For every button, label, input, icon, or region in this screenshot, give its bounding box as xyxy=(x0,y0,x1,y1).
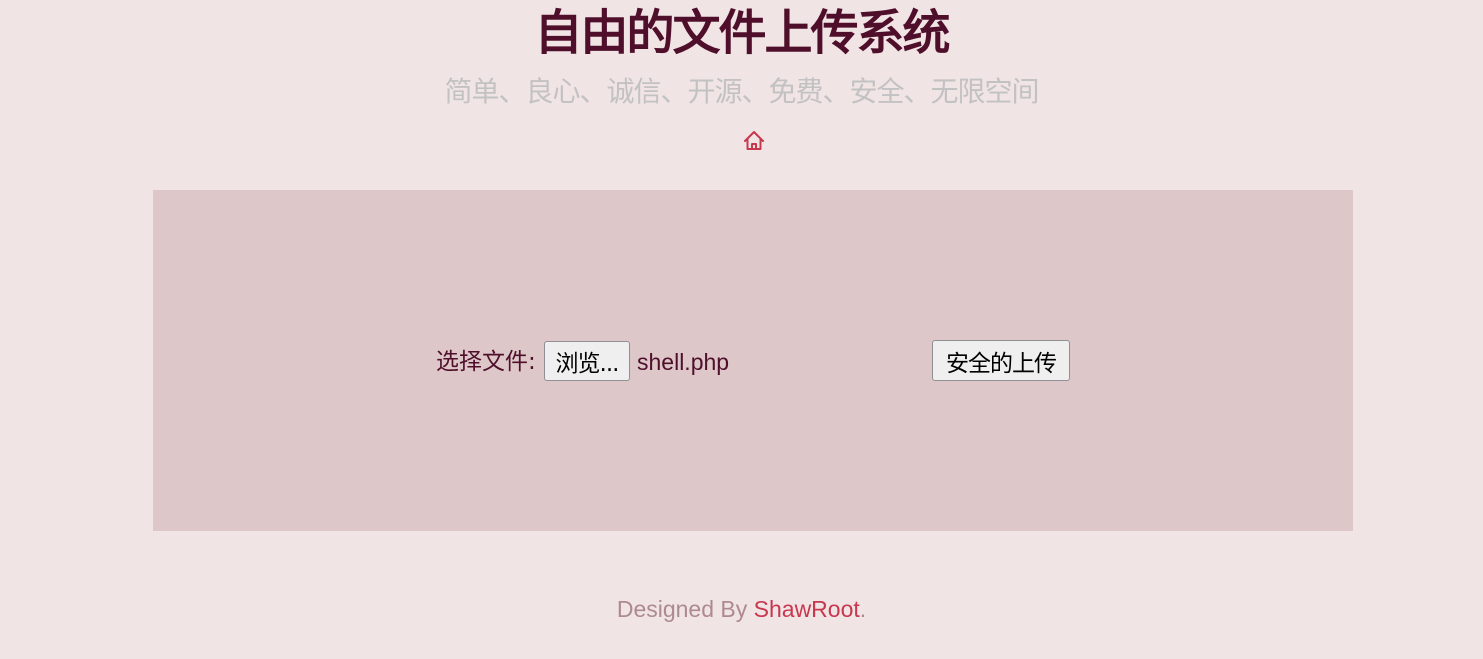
footer: Designed By ShawRoot. xyxy=(0,594,1483,624)
selected-file-name: shell.php xyxy=(637,349,730,375)
upload-panel: 选择文件: 浏览... shell.php 安全的上传 xyxy=(153,190,1353,531)
page-title: 自由的文件上传系统 xyxy=(534,5,950,61)
browse-button[interactable]: 浏览... xyxy=(544,341,630,381)
footer-author-link[interactable]: ShawRoot xyxy=(754,596,860,622)
footer-suffix: . xyxy=(859,596,867,622)
upload-button[interactable]: 安全的上传 xyxy=(932,340,1070,381)
home-icon xyxy=(744,131,764,150)
page: 自由的文件上传系统 简单、良心、诚信、开源、免费、安全、无限空间 选择文件: 浏… xyxy=(0,0,1483,659)
file-label: 选择文件: xyxy=(436,349,536,375)
home-link[interactable] xyxy=(741,128,767,154)
page-subtitle: 简单、良心、诚信、开源、免费、安全、无限空间 xyxy=(444,75,1039,108)
footer-prefix: Designed By xyxy=(616,596,754,622)
